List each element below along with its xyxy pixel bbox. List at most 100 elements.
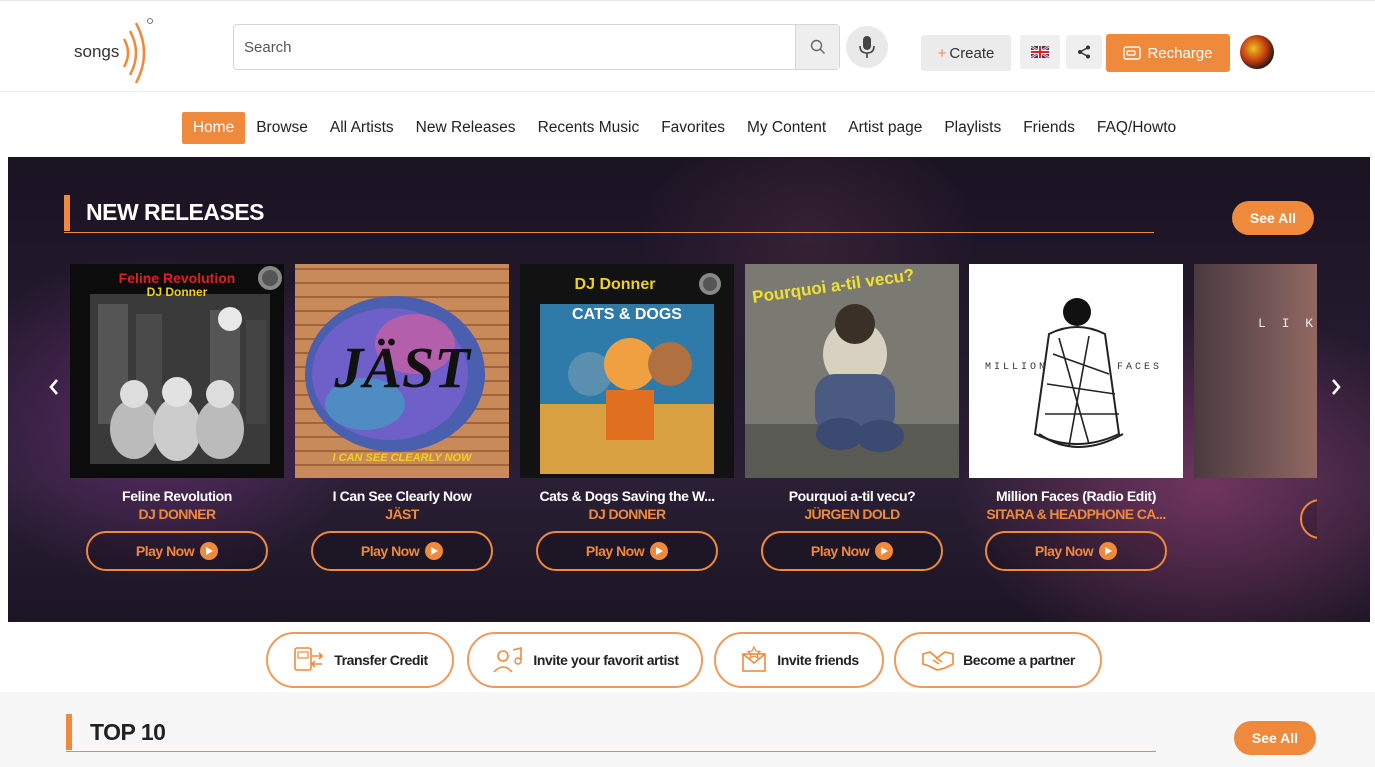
transfer-credit-button[interactable]: Transfer Credit: [266, 632, 454, 688]
nav-item-playlists[interactable]: Playlists: [933, 112, 1012, 144]
cover-art-cats-dogs: [540, 273, 721, 474]
logo-waves-icon: [122, 18, 153, 84]
recharge-label: Recharge: [1147, 44, 1213, 62]
handshake-icon: [922, 651, 954, 671]
album-cover[interactable]: Feline Revolution DJ Donner: [70, 264, 284, 478]
play-now-button[interactable]: Play Now: [86, 531, 268, 571]
release-card[interactable]: DJ Donner CATS & DOGS Cats & Dogs Saving…: [520, 264, 734, 571]
album-cover[interactable]: L I K E: [1194, 264, 1317, 478]
nav-item-recents-music[interactable]: Recents Music: [527, 112, 651, 144]
play-now-button[interactable]: Play Now: [536, 531, 718, 571]
cover-sub-text: CATS & DOGS: [572, 306, 682, 323]
credit-transfer-icon: [294, 647, 324, 671]
nav-items: Home Browse All Artists New Releases Rec…: [181, 112, 1187, 144]
invite-friends-button[interactable]: Invite friends: [714, 632, 884, 688]
cover-title-text: DJ Donner: [574, 276, 656, 293]
user-avatar[interactable]: [1240, 35, 1274, 69]
nav-item-faq[interactable]: FAQ/Howto: [1086, 112, 1187, 144]
release-title[interactable]: Pourquoi a-til vecu?: [745, 488, 959, 504]
invite-artist-button[interactable]: Invite your favorit artist: [467, 632, 703, 688]
play-icon: [200, 542, 219, 560]
album-cover[interactable]: JÄST I CAN SEE CLEARLY NOW: [295, 264, 509, 478]
cover-sub-text: I CAN SEE CLEARLY NOW: [332, 452, 472, 464]
cover-title-text: Feline Revolution: [118, 270, 236, 286]
cover-title-text: JÄST: [334, 335, 470, 400]
cover-title-text: L I K E: [1258, 316, 1317, 331]
play-now-label: Play Now: [585, 543, 645, 559]
release-card[interactable]: L I K E: [1194, 264, 1317, 539]
transfer-credit-label: Transfer Credit: [334, 652, 428, 668]
nav-item-artist-page[interactable]: Artist page: [837, 112, 933, 144]
nav-item-home[interactable]: Home: [181, 112, 246, 144]
release-artist[interactable]: DJ DONNER: [70, 506, 284, 522]
top10-header: TOP 10: [66, 714, 1156, 752]
logo[interactable]: songs: [74, 17, 164, 87]
cover-title-text: MILLION: [985, 362, 1049, 373]
play-now-button[interactable]: Play Now: [761, 531, 943, 571]
new-releases-see-all-button[interactable]: See All: [1232, 201, 1314, 235]
album-cover[interactable]: MILLION FACES: [969, 264, 1183, 478]
header: songs + Create: [0, 0, 1375, 92]
new-releases-title: NEW RELEASES: [86, 199, 265, 225]
new-releases-carousel: Feline Revolution DJ Donner Feline Revol…: [70, 264, 1317, 584]
become-partner-button[interactable]: Become a partner: [894, 632, 1102, 688]
carousel-prev-button[interactable]: [42, 372, 66, 402]
nav-item-favorites[interactable]: Favorites: [650, 112, 736, 144]
voice-search-button[interactable]: [846, 26, 888, 68]
become-partner-label: Become a partner: [963, 652, 1075, 668]
chevron-right-icon: [1332, 379, 1341, 395]
cover-sub-text: FACES: [1117, 362, 1163, 373]
invite-friends-icon: [742, 645, 767, 672]
play-icon: [650, 542, 669, 560]
share-button[interactable]: [1066, 35, 1102, 69]
album-cover[interactable]: DJ Donner CATS & DOGS: [520, 264, 734, 478]
wallet-icon: [1123, 46, 1142, 60]
release-artist[interactable]: SITARA & HEADPHONE CA...: [969, 506, 1183, 522]
release-title[interactable]: Feline Revolution: [70, 488, 284, 504]
invite-artist-icon: [493, 646, 523, 673]
album-cover[interactable]: Pourquoi a-til vecu?: [745, 264, 959, 478]
play-now-label: Play Now: [1034, 543, 1094, 559]
play-now-button[interactable]: [1300, 499, 1317, 539]
search-icon: [810, 39, 825, 54]
release-card[interactable]: Pourquoi a-til vecu? Pourquoi a-til vecu…: [745, 264, 959, 571]
language-button[interactable]: [1020, 35, 1060, 69]
release-artist[interactable]: DJ DONNER: [520, 506, 734, 522]
release-card[interactable]: Feline Revolution DJ Donner Feline Revol…: [70, 264, 284, 571]
uk-flag-icon: [1031, 46, 1049, 58]
release-artist[interactable]: JÄST: [295, 506, 509, 522]
play-now-label: Play Now: [810, 543, 870, 559]
play-now-label: Play Now: [135, 543, 195, 559]
section-accent-bar: [66, 714, 72, 750]
play-icon: [1099, 542, 1118, 560]
nav-item-friends[interactable]: Friends: [1012, 112, 1086, 144]
search-button[interactable]: [795, 25, 839, 69]
nav-item-new-releases[interactable]: New Releases: [405, 112, 527, 144]
invite-artist-label: Invite your favorit artist: [533, 652, 679, 668]
search-input[interactable]: [234, 25, 796, 69]
release-card[interactable]: JÄST I CAN SEE CLEARLY NOW I Can See Cle…: [295, 264, 509, 571]
main-nav: Home Browse All Artists New Releases Rec…: [0, 100, 1375, 156]
play-now-button[interactable]: Play Now: [985, 531, 1167, 571]
nav-item-all-artists[interactable]: All Artists: [319, 112, 405, 144]
release-title[interactable]: Million Faces (Radio Edit): [969, 488, 1183, 504]
share-icon: [1078, 45, 1090, 59]
release-card[interactable]: MILLION FACES Million Faces (Radio Edit)…: [969, 264, 1183, 571]
top10-see-all-button[interactable]: See All: [1234, 721, 1316, 755]
search-box: [233, 24, 840, 70]
nav-item-browse[interactable]: Browse: [245, 112, 319, 144]
quick-actions: Transfer Credit Invite your favorit arti…: [0, 632, 1375, 692]
cover-sub-text: DJ Donner: [146, 285, 208, 299]
release-artist[interactable]: JÜRGEN DOLD: [745, 506, 959, 522]
recharge-button[interactable]: Recharge: [1106, 34, 1230, 72]
play-now-label: Play Now: [360, 543, 420, 559]
create-label: Create: [949, 44, 995, 62]
carousel-next-button[interactable]: [1324, 372, 1348, 402]
play-now-button[interactable]: Play Now: [311, 531, 493, 571]
new-releases-header: NEW RELEASES: [64, 195, 1154, 233]
create-button[interactable]: + Create: [921, 35, 1011, 71]
release-title[interactable]: I Can See Clearly Now: [295, 488, 509, 504]
nav-item-my-content[interactable]: My Content: [736, 112, 837, 144]
invite-friends-label: Invite friends: [777, 652, 859, 668]
release-title[interactable]: Cats & Dogs Saving the W...: [520, 488, 734, 504]
